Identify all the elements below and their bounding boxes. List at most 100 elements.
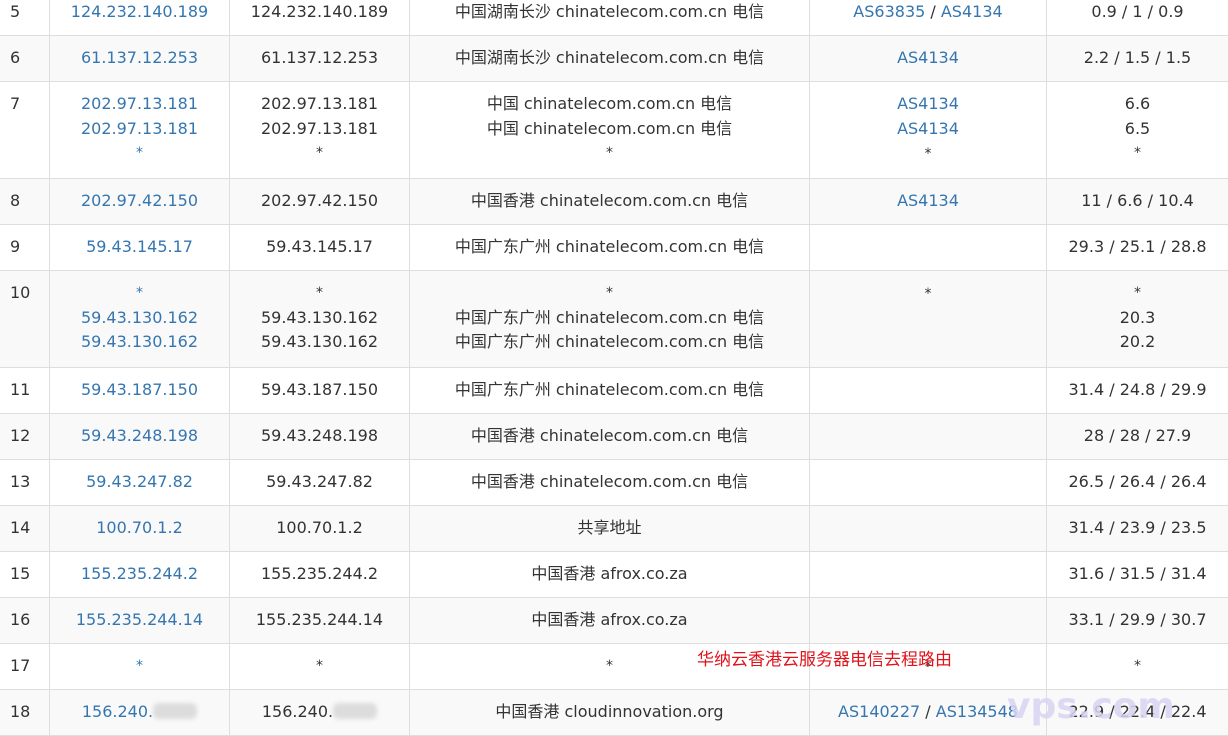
- as-link[interactable]: AS4134: [897, 94, 959, 113]
- table-row: 16 155.235.244.14 155.235.244.14 中国香港 afrox…: [0, 598, 1228, 644]
- ip-link-cell[interactable]: 59.43.247.82: [50, 460, 230, 505]
- hostname-cell: 59.43.248.198: [230, 414, 410, 459]
- rtt-cell: 31.6 / 31.5 / 31.4: [1068, 564, 1207, 583]
- location-cell: * 中国广东广州 chinatelecom.com.cn 电信 中国广东广州 chi…: [410, 271, 810, 367]
- as-cell[interactable]: [810, 460, 1047, 505]
- hop-number: 9: [0, 225, 50, 270]
- location-cell: 中国香港 afrox.co.za: [410, 598, 810, 643]
- redaction-blur: [153, 703, 198, 719]
- ip-link-cell[interactable]: 61.137.12.253: [50, 36, 230, 81]
- ip-link-cell[interactable]: 59.43.248.198: [50, 414, 230, 459]
- hop-number: 14: [0, 506, 50, 551]
- hostname-cell: *: [230, 644, 410, 689]
- as-link[interactable]: AS140227: [838, 702, 920, 721]
- hostname-cell: 59.43.145.17: [230, 225, 410, 270]
- location-cell: 中国香港 cloudinnovation.org: [410, 690, 810, 735]
- as-cell[interactable]: AS63835 / AS4134: [810, 0, 1047, 35]
- as-cell[interactable]: [810, 414, 1047, 459]
- ip-link-cell[interactable]: 124.232.140.189: [50, 0, 230, 35]
- location-cell: 中国广东广州 chinatelecom.com.cn 电信: [410, 225, 810, 270]
- table-row: 14 100.70.1.2 100.70.1.2 共享地址 31.4 / 23.9 / …: [0, 506, 1228, 552]
- ip-link-cell[interactable]: 155.235.244.14: [50, 598, 230, 643]
- as-cell[interactable]: [810, 552, 1047, 597]
- as-link: *: [924, 146, 932, 162]
- rtt-cell: 11 / 6.6 / 10.4: [1081, 191, 1194, 210]
- table-row: 13 59.43.247.82 59.43.247.82 中国香港 chinatele…: [0, 460, 1228, 506]
- hostname-cell: 61.137.12.253: [230, 36, 410, 81]
- as-cell[interactable]: AS4134: [810, 36, 1047, 81]
- ip-link-cell[interactable]: *: [50, 644, 230, 689]
- table-row: 6 61.137.12.253 61.137.12.253 中国湖南长沙 chinat…: [0, 36, 1228, 82]
- location-cell: 中国湖南长沙 chinatelecom.com.cn 电信: [410, 36, 810, 81]
- hostname-cell: 155.235.244.14: [230, 598, 410, 643]
- ip-link-cell[interactable]: 59.43.187.150: [50, 368, 230, 413]
- location-cell: 中国香港 afrox.co.za: [410, 552, 810, 597]
- hostname-cell: 156.240.: [230, 690, 410, 735]
- rtt-cell: 6.6 6.5 *: [1124, 94, 1151, 161]
- rtt-cell: * 20.3 20.2: [1119, 285, 1156, 351]
- rtt-cell: 28 / 28 / 27.9: [1083, 426, 1192, 445]
- hostname-cell: 202.97.13.181 202.97.13.181 *: [230, 82, 410, 178]
- rtt-cell: 31.4 / 24.8 / 29.9: [1068, 380, 1207, 399]
- table-row: 5 124.232.140.189 124.232.140.189 中国湖南长沙 ch…: [0, 0, 1228, 36]
- table-row: 8 202.97.42.150 202.97.42.150 中国香港 chinatel…: [0, 179, 1228, 225]
- hop-number: 17: [0, 644, 50, 689]
- watermark-logo-text: vps.com: [1007, 686, 1175, 726]
- table-row: 10 * 59.43.130.162 59.43.130.162 * 59.43.130.…: [0, 271, 1228, 368]
- as-cell[interactable]: [810, 368, 1047, 413]
- watermark-logo: vps.com: [1005, 684, 1228, 726]
- ip-link-cell[interactable]: 202.97.42.150: [50, 179, 230, 224]
- rtt-cell: 29.3 / 25.1 / 28.8: [1068, 237, 1207, 256]
- location-cell: 中国广东广州 chinatelecom.com.cn 电信: [410, 368, 810, 413]
- location-cell: 中国香港 chinatelecom.com.cn 电信: [410, 179, 810, 224]
- ip-link-cell[interactable]: 59.43.145.17: [50, 225, 230, 270]
- ip-link-cell[interactable]: * 59.43.130.162 59.43.130.162: [50, 271, 230, 367]
- rtt-cell: *: [1134, 658, 1141, 674]
- as-cell[interactable]: [810, 506, 1047, 551]
- as-link: *: [924, 286, 932, 302]
- location-cell: 共享地址: [410, 506, 810, 551]
- as-cell[interactable]: *: [810, 271, 1047, 367]
- rtt-cell: 31.4 / 23.9 / 23.5: [1068, 518, 1207, 537]
- traceroute-table: 5 124.232.140.189 124.232.140.189 中国湖南长沙 ch…: [0, 0, 1228, 736]
- as-link[interactable]: AS4134: [897, 48, 959, 67]
- hostname-cell: * 59.43.130.162 59.43.130.162: [230, 271, 410, 367]
- hostname-cell: 59.43.187.150: [230, 368, 410, 413]
- location-cell: 中国香港 chinatelecom.com.cn 电信: [410, 460, 810, 505]
- watermark-caption: 华纳云香港云服务器电信去程路由: [697, 650, 952, 670]
- location-cell: 中国香港 chinatelecom.com.cn 电信: [410, 414, 810, 459]
- hop-number: 11: [0, 368, 50, 413]
- as-link[interactable]: AS4134: [941, 2, 1003, 21]
- hop-number: 6: [0, 36, 50, 81]
- ip-link-cell[interactable]: 100.70.1.2: [50, 506, 230, 551]
- as-link[interactable]: AS4134: [897, 119, 959, 138]
- ip-link-cell[interactable]: 156.240.: [50, 690, 230, 735]
- location-cell: 中国湖南长沙 chinatelecom.com.cn 电信: [410, 0, 810, 35]
- rtt-cell: 0.9 / 1 / 0.9: [1091, 2, 1184, 21]
- hostname-cell: 100.70.1.2: [230, 506, 410, 551]
- watermark-logo-graphic: vps.com: [1007, 686, 1175, 726]
- table-row: 9 59.43.145.17 59.43.145.17 中国广东广州 chinatel…: [0, 225, 1228, 271]
- rtt-cell: 33.1 / 29.9 / 30.7: [1068, 610, 1207, 629]
- as-cell[interactable]: AS4134: [810, 179, 1047, 224]
- rtt-cell: 26.5 / 26.4 / 26.4: [1068, 472, 1207, 491]
- hostname-cell: 124.232.140.189: [230, 0, 410, 35]
- hostname-cell: 155.235.244.2: [230, 552, 410, 597]
- hop-number: 13: [0, 460, 50, 505]
- hostname-cell: 59.43.247.82: [230, 460, 410, 505]
- ip-link-cell[interactable]: 202.97.13.181 202.97.13.181 *: [50, 82, 230, 178]
- hop-number: 8: [0, 179, 50, 224]
- as-cell[interactable]: [810, 225, 1047, 270]
- hop-number: 12: [0, 414, 50, 459]
- redaction-blur: [333, 703, 378, 719]
- ip-link-cell[interactable]: 155.235.244.2: [50, 552, 230, 597]
- table-row: 11 59.43.187.150 59.43.187.150 中国广东广州 china…: [0, 368, 1228, 414]
- as-link[interactable]: AS4134: [897, 191, 959, 210]
- as-link[interactable]: AS63835: [853, 2, 925, 21]
- as-cell[interactable]: AS4134 AS4134 *: [810, 82, 1047, 178]
- hop-number: 18: [0, 690, 50, 735]
- as-cell[interactable]: [810, 598, 1047, 643]
- rtt-cell: 2.2 / 1.5 / 1.5: [1083, 48, 1192, 67]
- table-row: 15 155.235.244.2 155.235.244.2 中国香港 afrox.c…: [0, 552, 1228, 598]
- location-cell: 中国 chinatelecom.com.cn 电信 中国 chinatelecom…: [410, 82, 810, 178]
